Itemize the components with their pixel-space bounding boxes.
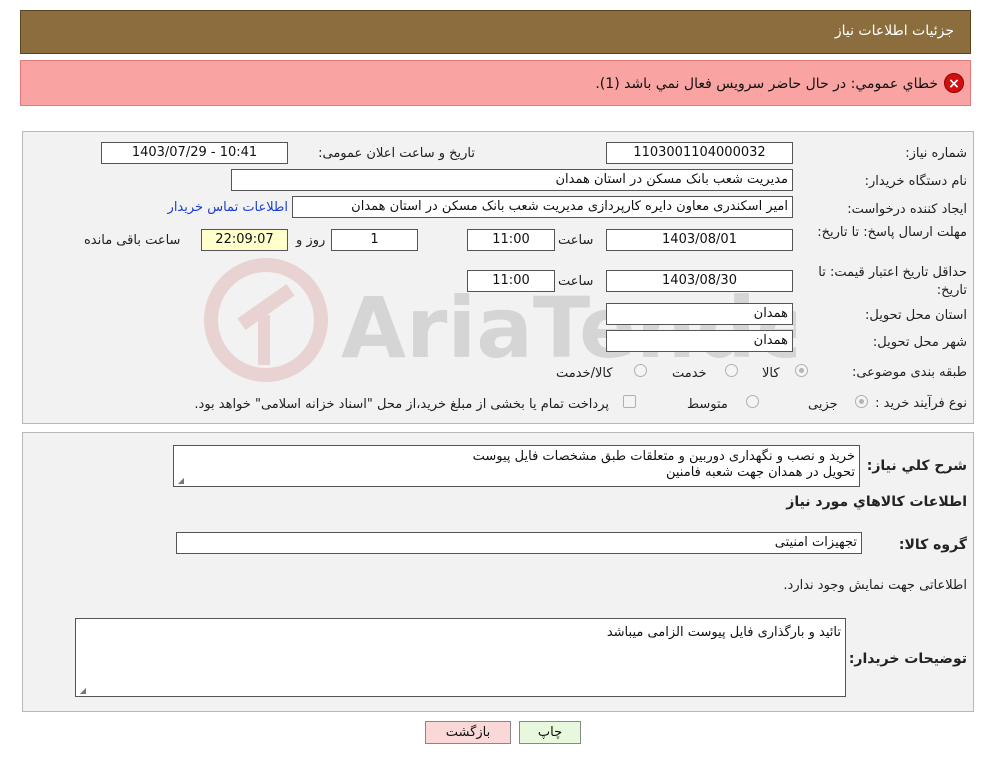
buyer-field: مدیریت شعب بانک مسکن در استان همدان <box>231 169 793 191</box>
process-label: نوع فرآیند خرید : <box>875 396 967 411</box>
goods-heading: اطلاعات کالاهاي مورد نياز <box>786 494 967 510</box>
city-label: شهر محل تحویل: <box>872 335 967 350</box>
remaining-time-field: 22:09:07 <box>201 229 288 251</box>
process-option-minor: جزیی <box>808 397 838 412</box>
province-label: استان محل تحویل: <box>865 308 967 323</box>
announce-field: 1403/07/29 - 10:41 <box>101 142 288 164</box>
deadline-time-label: ساعت <box>558 233 594 248</box>
category-radio-goods[interactable] <box>795 364 808 377</box>
page-header: جزئیات اطلاعات نیاز <box>20 10 971 54</box>
category-radio-both[interactable] <box>634 364 647 377</box>
buyer-label: نام دستگاه خریدار: <box>864 174 967 189</box>
process-radio-minor[interactable] <box>855 395 868 408</box>
page-title: جزئیات اطلاعات نیاز <box>834 23 954 39</box>
goods-group-field: تجهیزات امنیتی <box>176 532 862 554</box>
buyer-notes-textarea[interactable]: تائید و بارگذاری فایل پیوست الزامی میباش… <box>75 618 846 697</box>
goods-group-label: گروه کالا: <box>898 537 967 553</box>
resize-handle-icon[interactable]: ◢ <box>176 477 184 485</box>
buyer-contact-link[interactable]: اطلاعات تماس خریدار <box>168 200 288 215</box>
days-field: 1 <box>331 229 418 251</box>
buyer-notes-label: توضیحات خریدار: <box>848 651 967 667</box>
error-message: خطاي عمومي: در حال حاضر سرويس فعال نمي ب… <box>595 76 938 92</box>
process-option-medium: متوسط <box>687 397 728 412</box>
treasury-checkbox[interactable] <box>623 395 636 408</box>
need-number-label: شماره نیاز: <box>905 146 967 161</box>
validity-time-field: 11:00 <box>467 270 555 292</box>
validity-date-field: 1403/08/30 <box>606 270 793 292</box>
creator-field: امیر اسکندری معاون دایره کارپردازی مدیری… <box>292 196 793 218</box>
process-radio-medium[interactable] <box>746 395 759 408</box>
days-label: روز و <box>296 233 326 248</box>
validity-time-label: ساعت <box>558 274 594 289</box>
category-radio-service[interactable] <box>725 364 738 377</box>
announce-label: تاریخ و ساعت اعلان عمومی: <box>318 146 475 161</box>
summary-label: شرح کلي نياز: <box>866 458 967 474</box>
error-icon: × <box>944 73 964 93</box>
error-banner: × خطاي عمومي: در حال حاضر سرويس فعال نمي… <box>20 60 971 106</box>
deadline-label: مهلت ارسال پاسخ: تا تاریخ: <box>817 225 967 240</box>
category-option-goods: کالا <box>762 366 780 381</box>
print-button[interactable]: چاپ <box>519 721 581 744</box>
province-field: همدان <box>606 303 793 325</box>
creator-label: ایجاد کننده درخواست: <box>847 202 967 217</box>
validity-label: حداقل تاریخ اعتبار قیمت: تا تاریخ: <box>818 265 967 298</box>
resize-handle-icon[interactable]: ◢ <box>78 687 86 695</box>
need-number-field: 1103001104000032 <box>606 142 793 164</box>
category-option-both: کالا/خدمت <box>556 366 613 381</box>
category-option-service: خدمت <box>672 366 707 381</box>
buyer-notes-text: تائید و بارگذاری فایل پیوست الزامی میباش… <box>606 625 841 640</box>
category-label: طبقه بندی موضوعی: <box>851 365 967 380</box>
summary-line-1: خرید و نصب و نگهداری دوربین و متعلقات طب… <box>472 449 855 464</box>
no-data-message: اطلاعاتی جهت نمایش وجود ندارد. <box>783 578 967 593</box>
city-field: همدان <box>606 330 793 352</box>
remaining-label: ساعت باقی مانده <box>84 233 181 248</box>
back-button[interactable]: بازگشت <box>425 721 511 744</box>
summary-textarea[interactable]: خرید و نصب و نگهداری دوربین و متعلقات طب… <box>173 445 860 487</box>
deadline-time-field: 11:00 <box>467 229 555 251</box>
summary-line-2: تحویل در همدان جهت شعبه فامنین <box>665 465 855 480</box>
payment-note: پرداخت تمام یا بخشی از مبلغ خرید،از محل … <box>194 397 609 412</box>
deadline-date-field: 1403/08/01 <box>606 229 793 251</box>
